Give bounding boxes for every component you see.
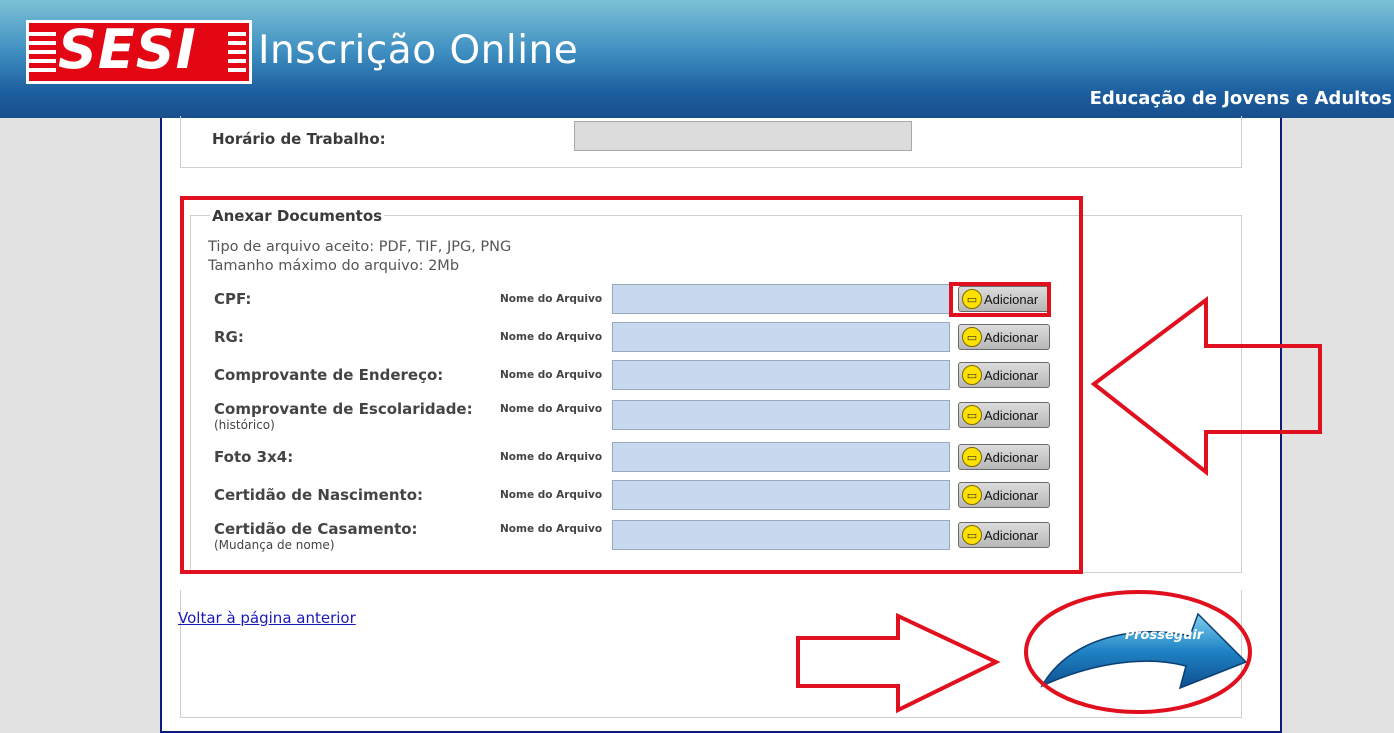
prosseguir-button[interactable]: Prosseguir (1030, 596, 1256, 714)
app-title: Inscrição Online (258, 28, 579, 73)
curved-arrow-icon (1040, 612, 1248, 690)
app-subtitle: Educação de Jovens e Adultos (1089, 88, 1392, 109)
work-hours-label: Horário de Trabalho: (212, 130, 386, 148)
site-header: SESI Inscrição Online Educação de Jovens… (0, 0, 1394, 118)
prosseguir-label: Prosseguir (1125, 628, 1204, 643)
logo-stripes-left (28, 32, 56, 77)
logo-stripes-right (228, 32, 246, 77)
documents-highlight-box (180, 196, 1083, 574)
work-hours-input[interactable] (574, 121, 912, 151)
cpf-add-highlight-box (949, 282, 1051, 317)
sesi-logo: SESI (18, 12, 252, 92)
back-link[interactable]: Voltar à página anterior (178, 609, 356, 627)
logo-text: SESI (58, 18, 197, 81)
